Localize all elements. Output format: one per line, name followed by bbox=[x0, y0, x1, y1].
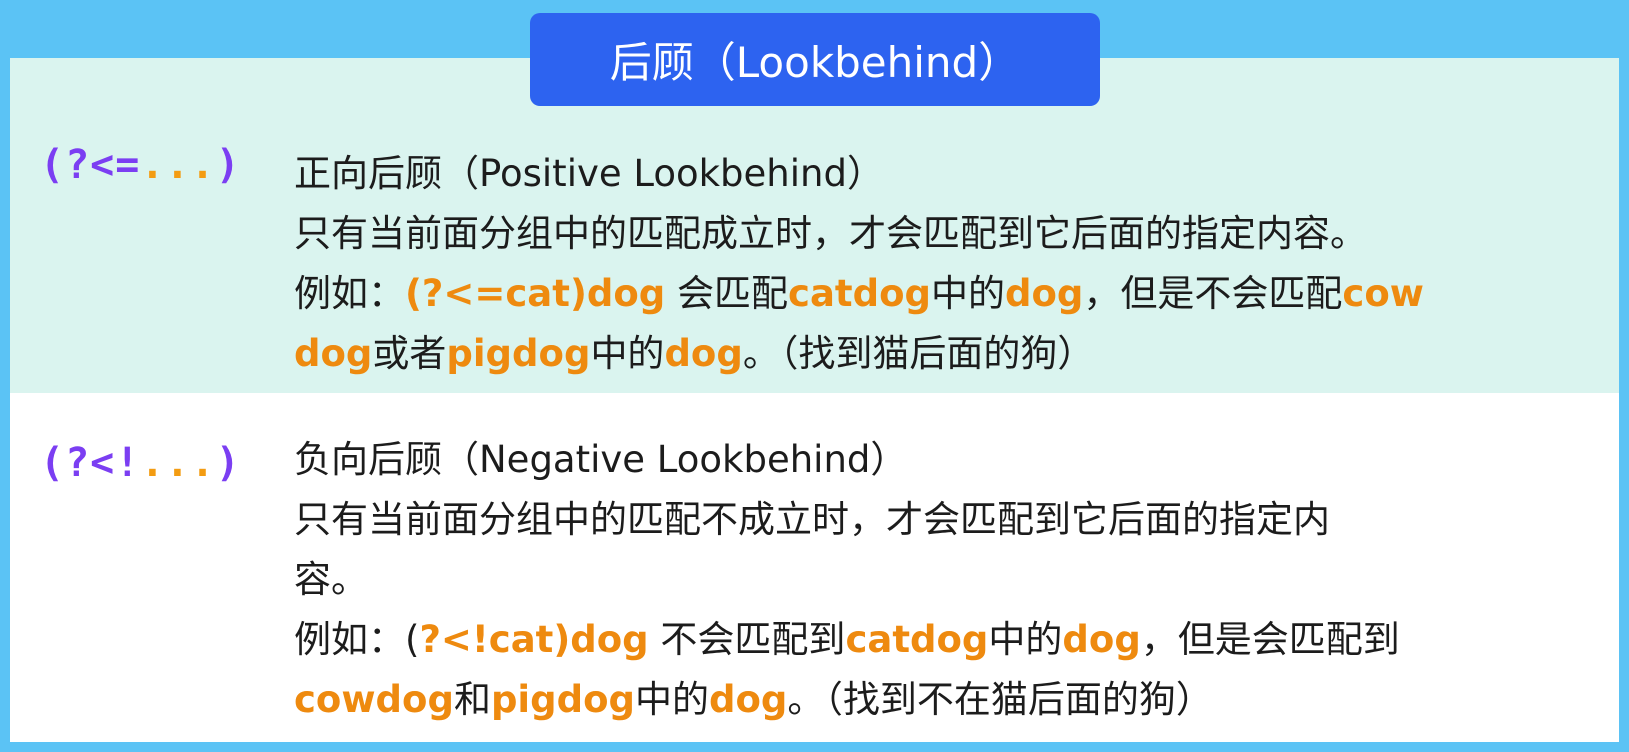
example-text: 不会匹配到 bbox=[648, 618, 846, 661]
negative-example-line1: 例如：(?<!cat)dog 不会匹配到catdog中的dog，但是会匹配到 bbox=[294, 610, 1534, 670]
positive-example-line1: 例如：(?<=cat)dog 会匹配catdog中的dog，但是不会匹配cow bbox=[294, 264, 1534, 324]
example-word: catdog bbox=[788, 272, 932, 315]
negative-lookbehind-description: 负向后顾（Negative Lookbehind） 只有当前面分组中的匹配不成立… bbox=[294, 430, 1534, 730]
positive-example-line2: dog或者pigdog中的dog。（找到猫后面的狗） bbox=[294, 324, 1534, 384]
syntax-close: ) bbox=[215, 142, 241, 188]
example-word: pigdog bbox=[446, 332, 591, 375]
example-text: 。（找到不在猫后面的狗） bbox=[787, 678, 1213, 721]
example-word: cowdog bbox=[294, 678, 454, 721]
negative-lookbehind-syntax: (?<!...) bbox=[40, 440, 241, 486]
example-text: ，但是不会匹配 bbox=[1083, 272, 1343, 315]
example-text: 。（找到猫后面的狗） bbox=[742, 332, 1095, 375]
example-word: dog bbox=[1062, 618, 1141, 661]
example-word: dog bbox=[1005, 272, 1084, 315]
negative-description-line2: 容。 bbox=[294, 558, 368, 601]
example-text: 中的 bbox=[931, 272, 1006, 315]
title-tab: 后顾（Lookbehind） bbox=[530, 13, 1100, 106]
syntax-open: (?<! bbox=[40, 440, 141, 486]
example-word: dog bbox=[708, 678, 788, 721]
example-text: 中的 bbox=[590, 332, 665, 375]
positive-lookbehind-syntax: (?<=...) bbox=[40, 142, 241, 188]
example-prefix: 例如： bbox=[294, 272, 405, 315]
example-text: 或者 bbox=[372, 332, 447, 375]
syntax-dots: ... bbox=[140, 142, 216, 188]
page-title: 后顾（Lookbehind） bbox=[609, 38, 1021, 87]
example-prefix: 例如：( bbox=[294, 618, 420, 661]
example-text: 和 bbox=[453, 678, 491, 721]
example-text: 中的 bbox=[988, 618, 1063, 661]
positive-lookbehind-description: 正向后顾（Positive Lookbehind） 只有当前面分组中的匹配成立时… bbox=[294, 144, 1534, 384]
syntax-open: (?<= bbox=[40, 142, 141, 188]
example-word: catdog bbox=[845, 618, 989, 661]
example-word: dog bbox=[294, 332, 373, 375]
positive-description: 只有当前面分组中的匹配成立时，才会匹配到它后面的指定内容。 bbox=[294, 212, 1367, 255]
negative-example-line2: cowdog和pigdog中的dog。（找到不在猫后面的狗） bbox=[294, 670, 1534, 730]
example-text: 中的 bbox=[634, 678, 709, 721]
example-pattern: ?<!cat)dog bbox=[419, 618, 649, 661]
example-word: cow bbox=[1342, 272, 1424, 315]
example-word: pigdog bbox=[490, 678, 635, 721]
syntax-close: ) bbox=[215, 440, 241, 486]
negative-heading: 负向后顾（Negative Lookbehind） bbox=[294, 438, 908, 481]
example-word: dog bbox=[664, 332, 743, 375]
example-pattern: (?<=cat)dog bbox=[405, 272, 666, 315]
example-text: ，但是会匹配到 bbox=[1140, 618, 1400, 661]
syntax-dots: ... bbox=[140, 440, 216, 486]
negative-description-line1: 只有当前面分组中的匹配不成立时，才会匹配到它后面的指定内 bbox=[294, 498, 1330, 541]
example-text: 会匹配 bbox=[665, 272, 789, 315]
positive-heading: 正向后顾（Positive Lookbehind） bbox=[294, 152, 884, 195]
